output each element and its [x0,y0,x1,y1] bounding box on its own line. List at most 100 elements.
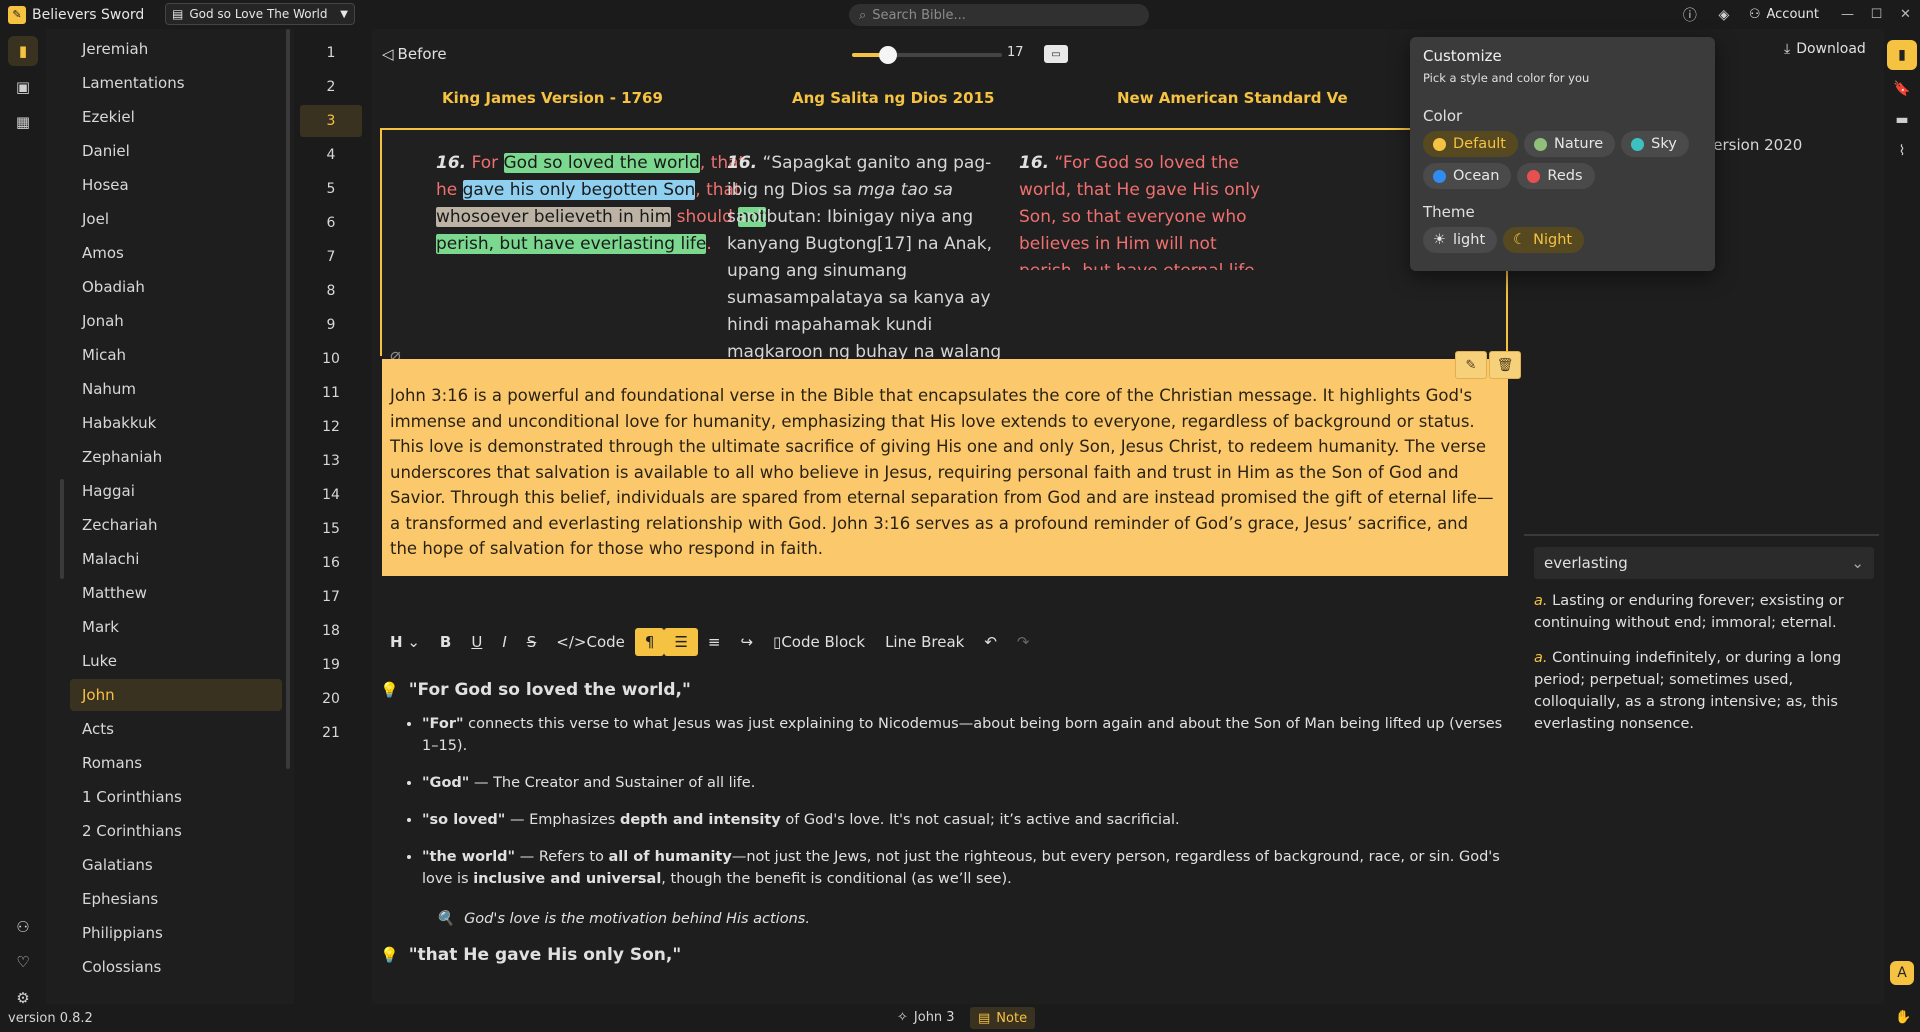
undo-icon[interactable]: ↶ [974,628,1007,656]
highlighter-icon[interactable]: ▬ [1887,105,1917,135]
minimize-icon[interactable]: — [1833,0,1862,29]
code-block-button[interactable]: ▯ Code Block [763,628,875,656]
title-select[interactable]: ▤ God so Love The World ▼ [165,3,355,25]
book-item[interactable]: Jeremiah [70,33,282,65]
book-item[interactable]: Philippians [70,917,282,949]
chapter-item[interactable]: 16 [300,547,362,579]
chapter-item[interactable]: 17 [300,581,362,613]
bullet-list-icon[interactable]: ☰ [664,628,698,656]
book-item[interactable]: Luke [70,645,282,677]
indent-icon[interactable]: ↪ [730,628,763,656]
highlight-blue[interactable]: gave his only begotten Son [462,180,696,200]
trash-icon[interactable]: 🗑 [1489,351,1521,379]
chapter-item[interactable]: 14 [300,479,362,511]
close-icon[interactable]: ✕ [1891,0,1920,29]
book-item[interactable]: Galatians [70,849,282,881]
note-status[interactable]: ▤ Note [970,1007,1036,1029]
chapter-item[interactable]: 15 [300,513,362,545]
verse-note[interactable]: John 3:16 is a powerful and foundational… [382,359,1508,576]
strike-button[interactable]: S [517,628,547,656]
chapter-item[interactable]: 8 [300,275,362,307]
color-option-nature[interactable]: Nature [1523,131,1616,157]
highlight-green[interactable]: God so loved the world [503,153,700,173]
bible-icon[interactable]: ▮ [8,36,38,66]
color-option-reds[interactable]: Reds [1517,163,1595,189]
book-item[interactable]: Acts [70,713,282,745]
book-item[interactable]: Ephesians [70,883,282,915]
chapter-item[interactable]: 21 [300,717,362,749]
chapter-item[interactable]: 7 [300,241,362,273]
book-item[interactable]: Habakkuk [70,407,282,439]
search-bar[interactable]: ⌕ [849,4,1149,26]
theme-night-button[interactable]: ☾ Night [1503,227,1585,253]
maximize-icon[interactable]: ☐ [1862,0,1891,29]
book-item[interactable]: Zephaniah [70,441,282,473]
highlight-green[interactable]: perish, but have everlasting life [436,234,707,254]
book-item[interactable]: Haggai [70,475,282,507]
book-item[interactable]: Ezekiel [70,101,282,133]
chapter-item[interactable]: 12 [300,411,362,443]
verse-nasb[interactable]: 16. “For God so loved the world, that He… [1019,150,1269,270]
panel-divider[interactable] [1524,534,1879,536]
font-size-slider[interactable] [852,46,1002,64]
chapter-item[interactable]: 3 [300,105,362,137]
dictionary-select[interactable]: everlasting ⌄ [1534,547,1874,579]
compare-versions-icon[interactable]: ▭ [1044,45,1068,63]
note-editor[interactable]: 💡 "For God so loved the world," "For" con… [380,669,1510,1004]
chapter-item[interactable]: 19 [300,649,362,681]
info-icon[interactable]: ⓘ [1673,0,1707,29]
code-button[interactable]: </>Code [546,628,635,656]
ordered-list-icon[interactable]: ≡ [698,628,731,656]
chapter-item[interactable]: 5 [300,173,362,205]
book-item[interactable]: Nahum [70,373,282,405]
chapter-item[interactable]: 6 [300,207,362,239]
books-scrollbar[interactable] [286,29,290,769]
chapter-item[interactable]: 20 [300,683,362,715]
paragraph-icon[interactable]: ¶ [634,628,665,656]
book-item[interactable]: Daniel [70,135,282,167]
book-item[interactable]: 2 Corinthians [70,815,282,847]
slider-knob[interactable] [879,46,897,64]
chapter-item[interactable]: 2 [300,71,362,103]
theme-light-button[interactable]: ☀ light [1423,227,1498,253]
book-item[interactable]: Lamentations [70,67,282,99]
italic-button[interactable]: I [492,628,516,656]
edit-pencil-icon[interactable]: ✎ [1455,351,1487,379]
download-button[interactable]: ⤓ Download [1784,41,1866,57]
search-input[interactable] [872,7,1123,23]
notes-icon[interactable]: ▣ [8,72,38,102]
versions-icon[interactable]: ▮ [1887,40,1917,70]
book-item[interactable]: Obadiah [70,271,282,303]
highlight-tan[interactable]: whosoever believeth in him [436,207,672,227]
book-item[interactable]: Zechariah [70,509,282,541]
book-item[interactable]: Micah [70,339,282,371]
book-item[interactable]: Colossians [70,951,282,983]
dictionary-icon[interactable]: A [1890,961,1914,985]
planner-icon[interactable]: ▦ [8,107,38,137]
underline-button[interactable]: U [461,628,492,656]
color-option-sky[interactable]: Sky [1621,131,1689,157]
book-item[interactable]: Joel [70,203,282,235]
book-item[interactable]: Amos [70,237,282,269]
book-item[interactable]: Romans [70,747,282,779]
line-break-button[interactable]: Line Break [875,628,974,656]
before-button[interactable]: ◁ Before [382,45,447,63]
chapter-item[interactable]: 9 [300,309,362,341]
chapter-item[interactable]: 4 [300,139,362,171]
version-title-nasb[interactable]: New American Standard Ve [1117,89,1348,107]
paperclip-icon[interactable]: ⌇ [1887,136,1917,166]
book-item[interactable]: Malachi [70,543,282,575]
verse-kjv[interactable]: 16. For God so loved the world, that he … [436,150,771,258]
chapter-item[interactable]: 13 [300,445,362,477]
version-title-kjv[interactable]: King James Version - 1769 [442,89,663,107]
paint-bucket-icon[interactable]: ◈ [1707,0,1741,29]
chapter-item[interactable]: 10 [300,343,362,375]
color-option-ocean[interactable]: Ocean [1423,163,1512,189]
book-item[interactable]: Matthew [70,577,282,609]
version-title-tagalog[interactable]: Ang Salita ng Dios 2015 [792,89,994,107]
verse-tagalog[interactable]: 16. “Sapagkat ganito ang pag-ibig ng Dio… [727,150,1012,393]
chapter-item[interactable]: 1 [300,37,362,69]
book-item[interactable]: John [70,679,282,711]
account-button[interactable]: ⚇ Account [1741,7,1833,22]
redo-icon[interactable]: ↷ [1007,628,1040,656]
